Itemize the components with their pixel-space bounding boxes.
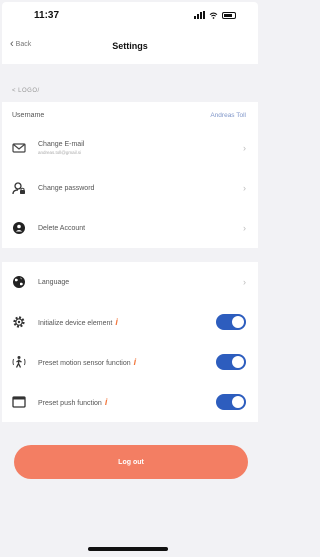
chevron-right-icon: › [243,183,246,193]
globe-icon [12,275,26,289]
username-value: Andreas Toll [210,111,246,119]
account-group: Username Andreas Toll Change E-mail andr… [2,102,258,248]
envelope-icon [12,141,26,155]
delete-account-row[interactable]: Delete Account › [2,208,258,248]
change-email-title: Change E-mail [38,141,85,148]
status-icons [194,11,236,19]
wifi-icon [209,12,218,19]
battery-icon [222,11,236,19]
change-email-address: andreas.toll@gmail.si [38,150,82,155]
change-email-row[interactable]: Change E-mail andreas.toll@gmail.si › [2,128,258,168]
settings-screen: 11:37 ‹ Back Settings < LOGO/ Username A… [2,2,258,555]
section-header: < LOGO/ [2,80,258,102]
chevron-right-icon: › [243,277,246,287]
chevron-left-icon: ‹ [10,38,14,50]
back-label: Back [15,41,32,48]
motion-sensor-row: Preset motion sensor function i [2,342,258,382]
back-button[interactable]: ‹ Back [10,39,31,50]
initialize-device-label: Initialize device element i [38,317,216,327]
initialize-device-toggle[interactable] [216,314,246,330]
change-email-label: Change E-mail andreas.toll@gmail.si [38,141,243,155]
initialize-device-row: Initialize device element i [2,302,258,342]
preferences-group: Language › Initialize device element i P… [2,262,258,422]
signal-icon [194,11,205,19]
group-divider [2,248,258,262]
change-password-row[interactable]: Change password › [2,168,258,208]
user-lock-icon [12,181,26,195]
delete-account-icon [12,221,26,235]
language-row[interactable]: Language › [2,262,258,302]
change-password-label: Change password [38,184,95,192]
gear-icon [12,315,26,329]
status-time: 11:37 [34,9,60,21]
info-warning-icon[interactable]: i [134,357,137,367]
initialize-device-text: Initialize device element [38,320,113,327]
chevron-right-icon: › [243,223,246,233]
window-icon [12,395,26,409]
nav-bar: ‹ Back Settings [2,28,258,64]
logout-button[interactable]: Log out [14,445,248,479]
motion-sensor-text: Preset motion sensor function [38,360,131,367]
push-function-row: Preset push function i [2,382,258,422]
username-row: Username Andreas Toll [2,102,258,128]
language-label: Language [38,278,70,286]
page-title: Settings [112,41,148,51]
chevron-right-icon: › [243,143,246,153]
motion-sensor-toggle[interactable] [216,354,246,370]
toggle-knob [232,356,244,368]
username-label: Username [12,111,45,119]
push-function-toggle[interactable] [216,394,246,410]
push-function-label: Preset push function i [38,397,216,407]
status-bar: 11:37 [2,2,258,28]
motion-sensor-label: Preset motion sensor function i [38,357,216,367]
home-indicator [88,547,168,551]
info-warning-icon[interactable]: i [115,317,118,327]
delete-account-label: Delete Account [38,224,86,232]
toggle-knob [232,396,244,408]
info-warning-icon[interactable]: i [105,397,108,407]
motion-sensor-icon [12,355,26,369]
push-function-text: Preset push function [38,400,102,407]
toggle-knob [232,316,244,328]
